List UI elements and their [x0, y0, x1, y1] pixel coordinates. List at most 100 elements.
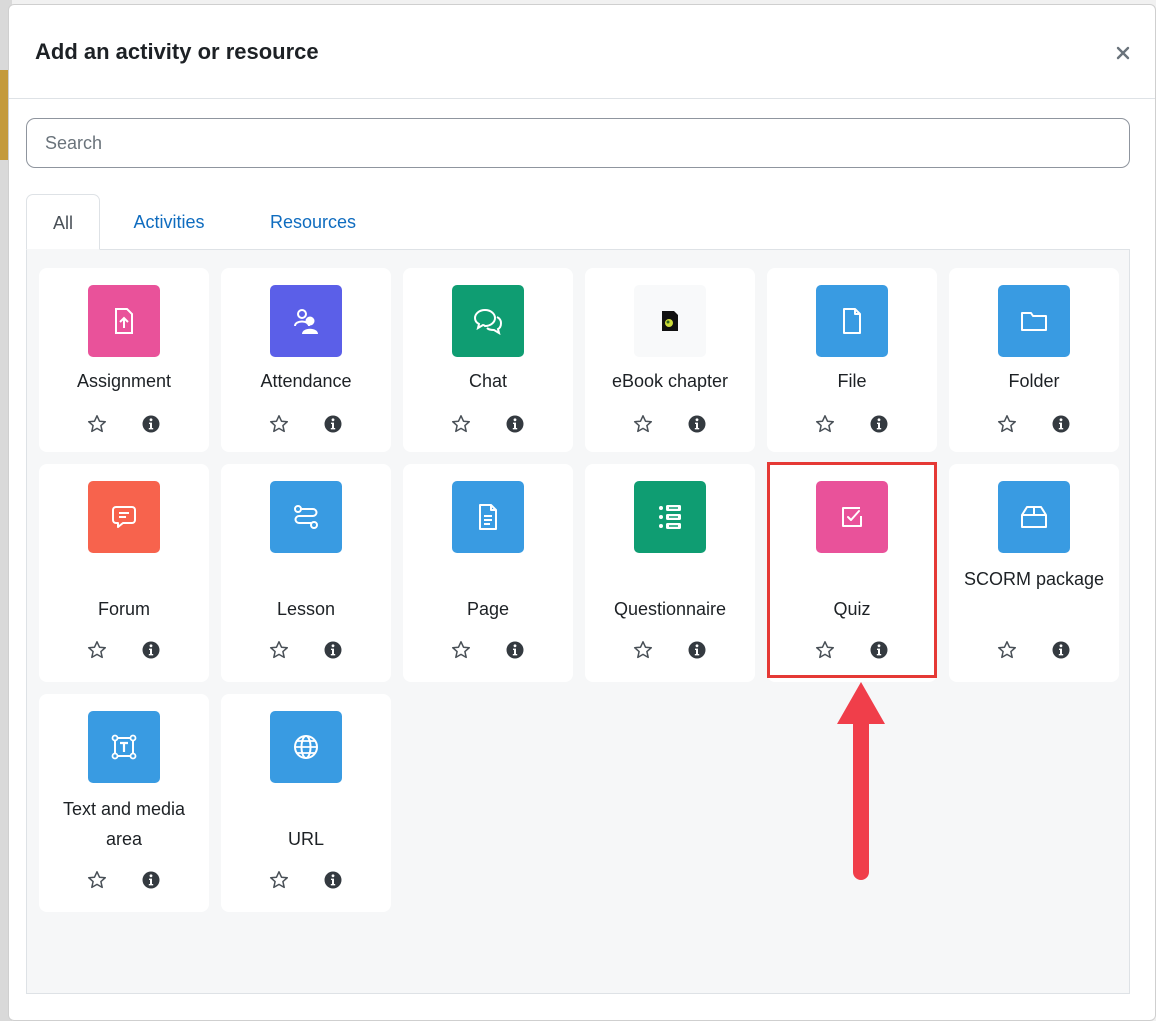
- activity-label: Questionnaire: [613, 599, 727, 619]
- url-icon: [270, 711, 342, 783]
- assignment-icon: [88, 285, 160, 357]
- tab-activities[interactable]: Activities: [110, 194, 228, 250]
- activity-card-scorm-package[interactable]: SCORM package: [949, 464, 1119, 682]
- text-and-media-icon: [88, 711, 160, 783]
- star-button[interactable]: [449, 412, 473, 436]
- info-icon: [870, 641, 888, 659]
- info-button[interactable]: [321, 638, 345, 662]
- activity-card-assignment[interactable]: Assignment: [39, 268, 209, 452]
- star-icon: [815, 641, 835, 659]
- quiz-icon: [816, 481, 888, 553]
- info-icon: [870, 415, 888, 433]
- star-button[interactable]: [267, 412, 291, 436]
- activity-actions: [39, 412, 209, 436]
- activity-card-attendance[interactable]: Attendance: [221, 268, 391, 452]
- activity-actions: [403, 412, 573, 436]
- all-tab-pane: Assignment Attendance Chat eBook chapter: [26, 249, 1130, 994]
- info-button[interactable]: [321, 412, 345, 436]
- info-button[interactable]: [139, 868, 163, 892]
- activity-card-questionnaire[interactable]: Questionnaire: [585, 464, 755, 682]
- close-icon: [1116, 46, 1130, 60]
- info-button[interactable]: [1049, 638, 1073, 662]
- activity-label: File: [837, 371, 867, 391]
- info-icon: [688, 415, 706, 433]
- star-button[interactable]: [631, 412, 655, 436]
- activity-card-chat[interactable]: Chat: [403, 268, 573, 452]
- info-button[interactable]: [685, 412, 709, 436]
- arrow-up-icon: [837, 682, 885, 880]
- star-button[interactable]: [267, 638, 291, 662]
- activity-card-forum[interactable]: Forum: [39, 464, 209, 682]
- questionnaire-icon: [634, 481, 706, 553]
- search-input[interactable]: [26, 118, 1130, 168]
- modal-title: Add an activity or resource: [35, 39, 319, 64]
- activity-actions: [949, 638, 1119, 662]
- activity-actions: [39, 868, 209, 892]
- star-button[interactable]: [995, 412, 1019, 436]
- star-button[interactable]: [267, 868, 291, 892]
- star-button[interactable]: [85, 868, 109, 892]
- activity-card-lesson[interactable]: Lesson: [221, 464, 391, 682]
- info-icon: [142, 641, 160, 659]
- scorm-package-icon: [998, 481, 1070, 553]
- activity-label: Forum: [97, 599, 150, 619]
- info-button[interactable]: [503, 412, 527, 436]
- activity-card-url[interactable]: URL: [221, 694, 391, 912]
- star-button[interactable]: [631, 638, 655, 662]
- page-icon: [452, 481, 524, 553]
- activity-label: Quiz: [833, 599, 871, 619]
- activity-card-quiz[interactable]: Quiz: [767, 464, 937, 682]
- activity-label: Folder: [1008, 371, 1060, 391]
- activity-actions: [221, 412, 391, 436]
- info-button[interactable]: [139, 412, 163, 436]
- info-button[interactable]: [685, 638, 709, 662]
- star-icon: [451, 415, 471, 433]
- activity-card-file[interactable]: File: [767, 268, 937, 452]
- tab-resources[interactable]: Resources: [248, 194, 378, 250]
- lesson-icon: [270, 481, 342, 553]
- info-icon: [142, 415, 160, 433]
- activity-card-ebook-chapter[interactable]: eBook chapter: [585, 268, 755, 452]
- info-button[interactable]: [503, 638, 527, 662]
- info-button[interactable]: [867, 638, 891, 662]
- star-icon: [269, 871, 289, 889]
- modal-header: Add an activity or resource: [9, 5, 1155, 99]
- tab-all[interactable]: All: [26, 194, 100, 250]
- activity-label: Text and media area: [62, 799, 186, 849]
- activity-label: URL: [287, 829, 324, 849]
- activity-card-text-and-media-area[interactable]: Text and media area: [39, 694, 209, 912]
- ebook-chapter-icon: [634, 285, 706, 357]
- forum-icon: [88, 481, 160, 553]
- info-button[interactable]: [321, 868, 345, 892]
- info-icon: [324, 641, 342, 659]
- info-button[interactable]: [1049, 412, 1073, 436]
- star-button[interactable]: [813, 638, 837, 662]
- info-icon: [324, 415, 342, 433]
- star-icon: [87, 871, 107, 889]
- folder-icon: [998, 285, 1070, 357]
- file-icon: [816, 285, 888, 357]
- activity-label: Attendance: [260, 371, 352, 391]
- star-button[interactable]: [85, 638, 109, 662]
- activity-actions: [949, 412, 1119, 436]
- star-button[interactable]: [995, 638, 1019, 662]
- info-icon: [506, 415, 524, 433]
- info-icon: [142, 871, 160, 889]
- info-button[interactable]: [867, 412, 891, 436]
- activity-actions: [767, 412, 937, 436]
- activity-actions: [221, 638, 391, 662]
- star-icon: [87, 641, 107, 659]
- star-button[interactable]: [813, 412, 837, 436]
- activity-label: Chat: [468, 371, 508, 391]
- activity-card-page[interactable]: Page: [403, 464, 573, 682]
- info-button[interactable]: [139, 638, 163, 662]
- star-icon: [633, 641, 653, 659]
- activity-label: eBook chapter: [611, 371, 729, 391]
- activity-actions: [221, 868, 391, 892]
- star-button[interactable]: [85, 412, 109, 436]
- info-icon: [1052, 641, 1070, 659]
- info-icon: [506, 641, 524, 659]
- close-button[interactable]: [1107, 37, 1139, 69]
- activity-card-folder[interactable]: Folder: [949, 268, 1119, 452]
- star-button[interactable]: [449, 638, 473, 662]
